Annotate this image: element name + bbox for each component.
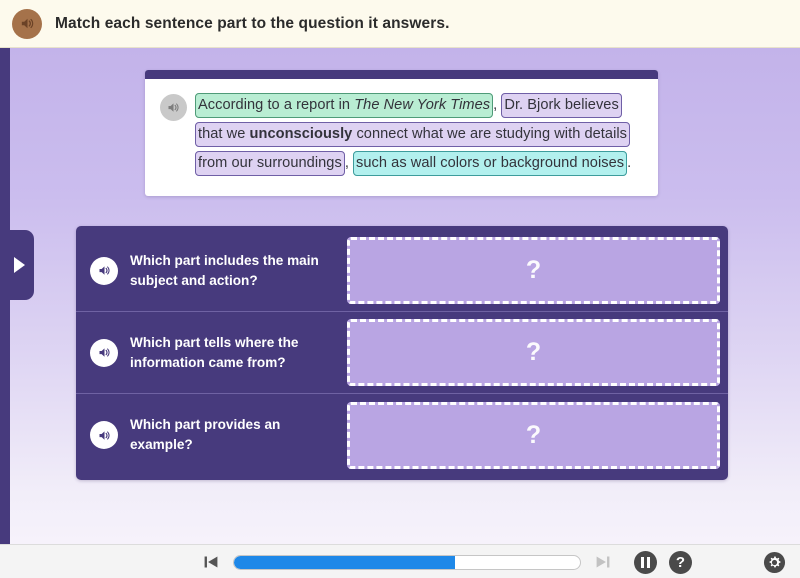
speaker-icon[interactable] [90,256,118,285]
speaker-icon[interactable] [90,338,118,367]
speaker-icon[interactable] [160,94,187,121]
card-body: According to a report in The New York Ti… [145,79,658,196]
dropzone-placeholder: ? [525,338,542,366]
match-rows: Which part includes the main subject and… [76,226,728,480]
sentence-comma-1: , [493,97,498,113]
sentence-segment-example[interactable]: such as wall colors or background noises [353,151,628,176]
help-icon[interactable]: ? [669,550,692,574]
dropzone-placeholder: ? [525,256,542,284]
instruction-text: Match each sentence part to the question… [55,14,450,32]
triangle-right-icon [13,257,25,273]
panel-expand-tab[interactable] [0,230,34,300]
sentence-segment-source[interactable]: According to a report in The New York Ti… [195,93,494,118]
skip-previous-icon[interactable] [198,549,224,575]
activity-screen: Match each sentence part to the question… [0,0,800,578]
sentence-period: . [627,155,632,171]
activity-stage: According to a report in The New York Ti… [0,48,800,544]
answer-dropzone[interactable]: ? [347,401,720,469]
question-label: Which part tells where the information c… [130,334,299,370]
match-row: Which part includes the main subject and… [76,230,728,312]
skip-next-icon[interactable] [590,549,616,575]
progress-fill [234,555,456,569]
instruction-header: Match each sentence part to the question… [0,0,800,48]
segment-subject-bold: unconsciously [249,126,353,142]
match-row: Which part tells where the information c… [76,312,728,394]
sentence-text: According to a report in The New York Ti… [195,91,646,178]
media-toolbar: ? [0,544,800,578]
pause-bar-right [646,556,650,568]
answer-dropzone[interactable]: ? [347,237,720,304]
sentence-card: According to a report in The New York Ti… [145,70,658,196]
card-accent-bar [145,70,658,79]
dropzone-placeholder: ? [525,420,542,449]
progress-bar[interactable] [233,554,581,570]
pause-bar-left [641,556,645,568]
question-label: Which part includes the main subject and… [130,252,319,288]
speaker-icon[interactable] [12,8,42,39]
answer-dropzone[interactable]: ? [347,319,720,386]
sentence-comma-2: , [344,155,349,171]
segment-source-lead: According to a report in [198,97,355,113]
gear-icon[interactable] [763,551,786,574]
help-label: ? [675,553,686,571]
question-label: Which part provides an example? [130,417,281,452]
match-row: Which part provides an example? ? [76,394,728,476]
speaker-icon[interactable] [90,421,118,449]
segment-source-italic: The New York Times [354,97,491,113]
pause-icon[interactable] [634,550,657,574]
